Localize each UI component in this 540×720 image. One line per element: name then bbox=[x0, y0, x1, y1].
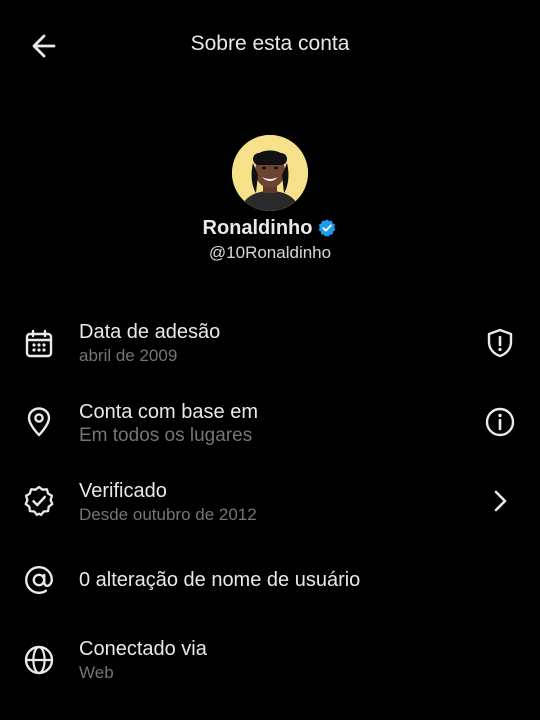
page-title: Sobre esta conta bbox=[190, 32, 350, 55]
user-handle: @10Ronaldinho bbox=[208, 243, 332, 262]
row-title: Verificado bbox=[79, 480, 167, 502]
row-join-date: Data de adesão abril de 2009 bbox=[0, 318, 540, 390]
row-title: Conectado via bbox=[79, 638, 207, 660]
globe-icon bbox=[24, 645, 54, 675]
row-text: Verificado Desde outubro de 2012 bbox=[79, 479, 257, 526]
row-text: Conta com base em Em todos os lugares bbox=[79, 400, 258, 447]
account-based-info-button[interactable] bbox=[483, 405, 517, 439]
row-text: 0 alteração de nome de usuário bbox=[79, 568, 360, 592]
row-title: Conta com base em bbox=[79, 401, 258, 423]
info-icon bbox=[485, 407, 515, 437]
verified-details-button[interactable] bbox=[483, 484, 517, 518]
profile-section: Ronaldinho @10Ronaldinho bbox=[0, 135, 540, 263]
row-title: Data de adesão bbox=[79, 321, 221, 343]
row-text: Data de adesão abril de 2009 bbox=[79, 320, 220, 367]
row-username-changes: 0 alteração de nome de usuário bbox=[0, 556, 540, 628]
row-account-based-in: Conta com base em Em todos os lugares bbox=[0, 398, 540, 470]
at-sign-icon bbox=[24, 565, 54, 595]
top-bar: Sobre esta conta bbox=[0, 0, 540, 92]
verified-badge-icon bbox=[24, 485, 54, 517]
location-pin-icon bbox=[27, 407, 51, 437]
name-row: Ronaldinho bbox=[0, 215, 540, 241]
shield-icon bbox=[487, 328, 513, 358]
display-name: Ronaldinho bbox=[202, 216, 313, 239]
row-title: 0 alteração de nome de usuário bbox=[79, 569, 361, 591]
row-verified[interactable]: Verificado Desde outubro de 2012 bbox=[0, 477, 540, 549]
row-subtitle: Web bbox=[79, 663, 114, 682]
avatar-image bbox=[232, 135, 308, 211]
calendar-icon bbox=[25, 329, 53, 358]
verified-badge-icon bbox=[319, 219, 336, 237]
row-subtitle: Em todos os lugares bbox=[79, 425, 253, 446]
row-connected-via: Conectado via Web bbox=[0, 636, 540, 708]
row-subtitle: Desde outubro de 2012 bbox=[79, 505, 257, 524]
join-date-info-button[interactable] bbox=[483, 326, 517, 360]
row-subtitle: abril de 2009 bbox=[79, 346, 178, 365]
row-text: Conectado via Web bbox=[79, 637, 207, 684]
chevron-right-icon bbox=[494, 490, 507, 512]
avatar[interactable] bbox=[232, 135, 308, 211]
